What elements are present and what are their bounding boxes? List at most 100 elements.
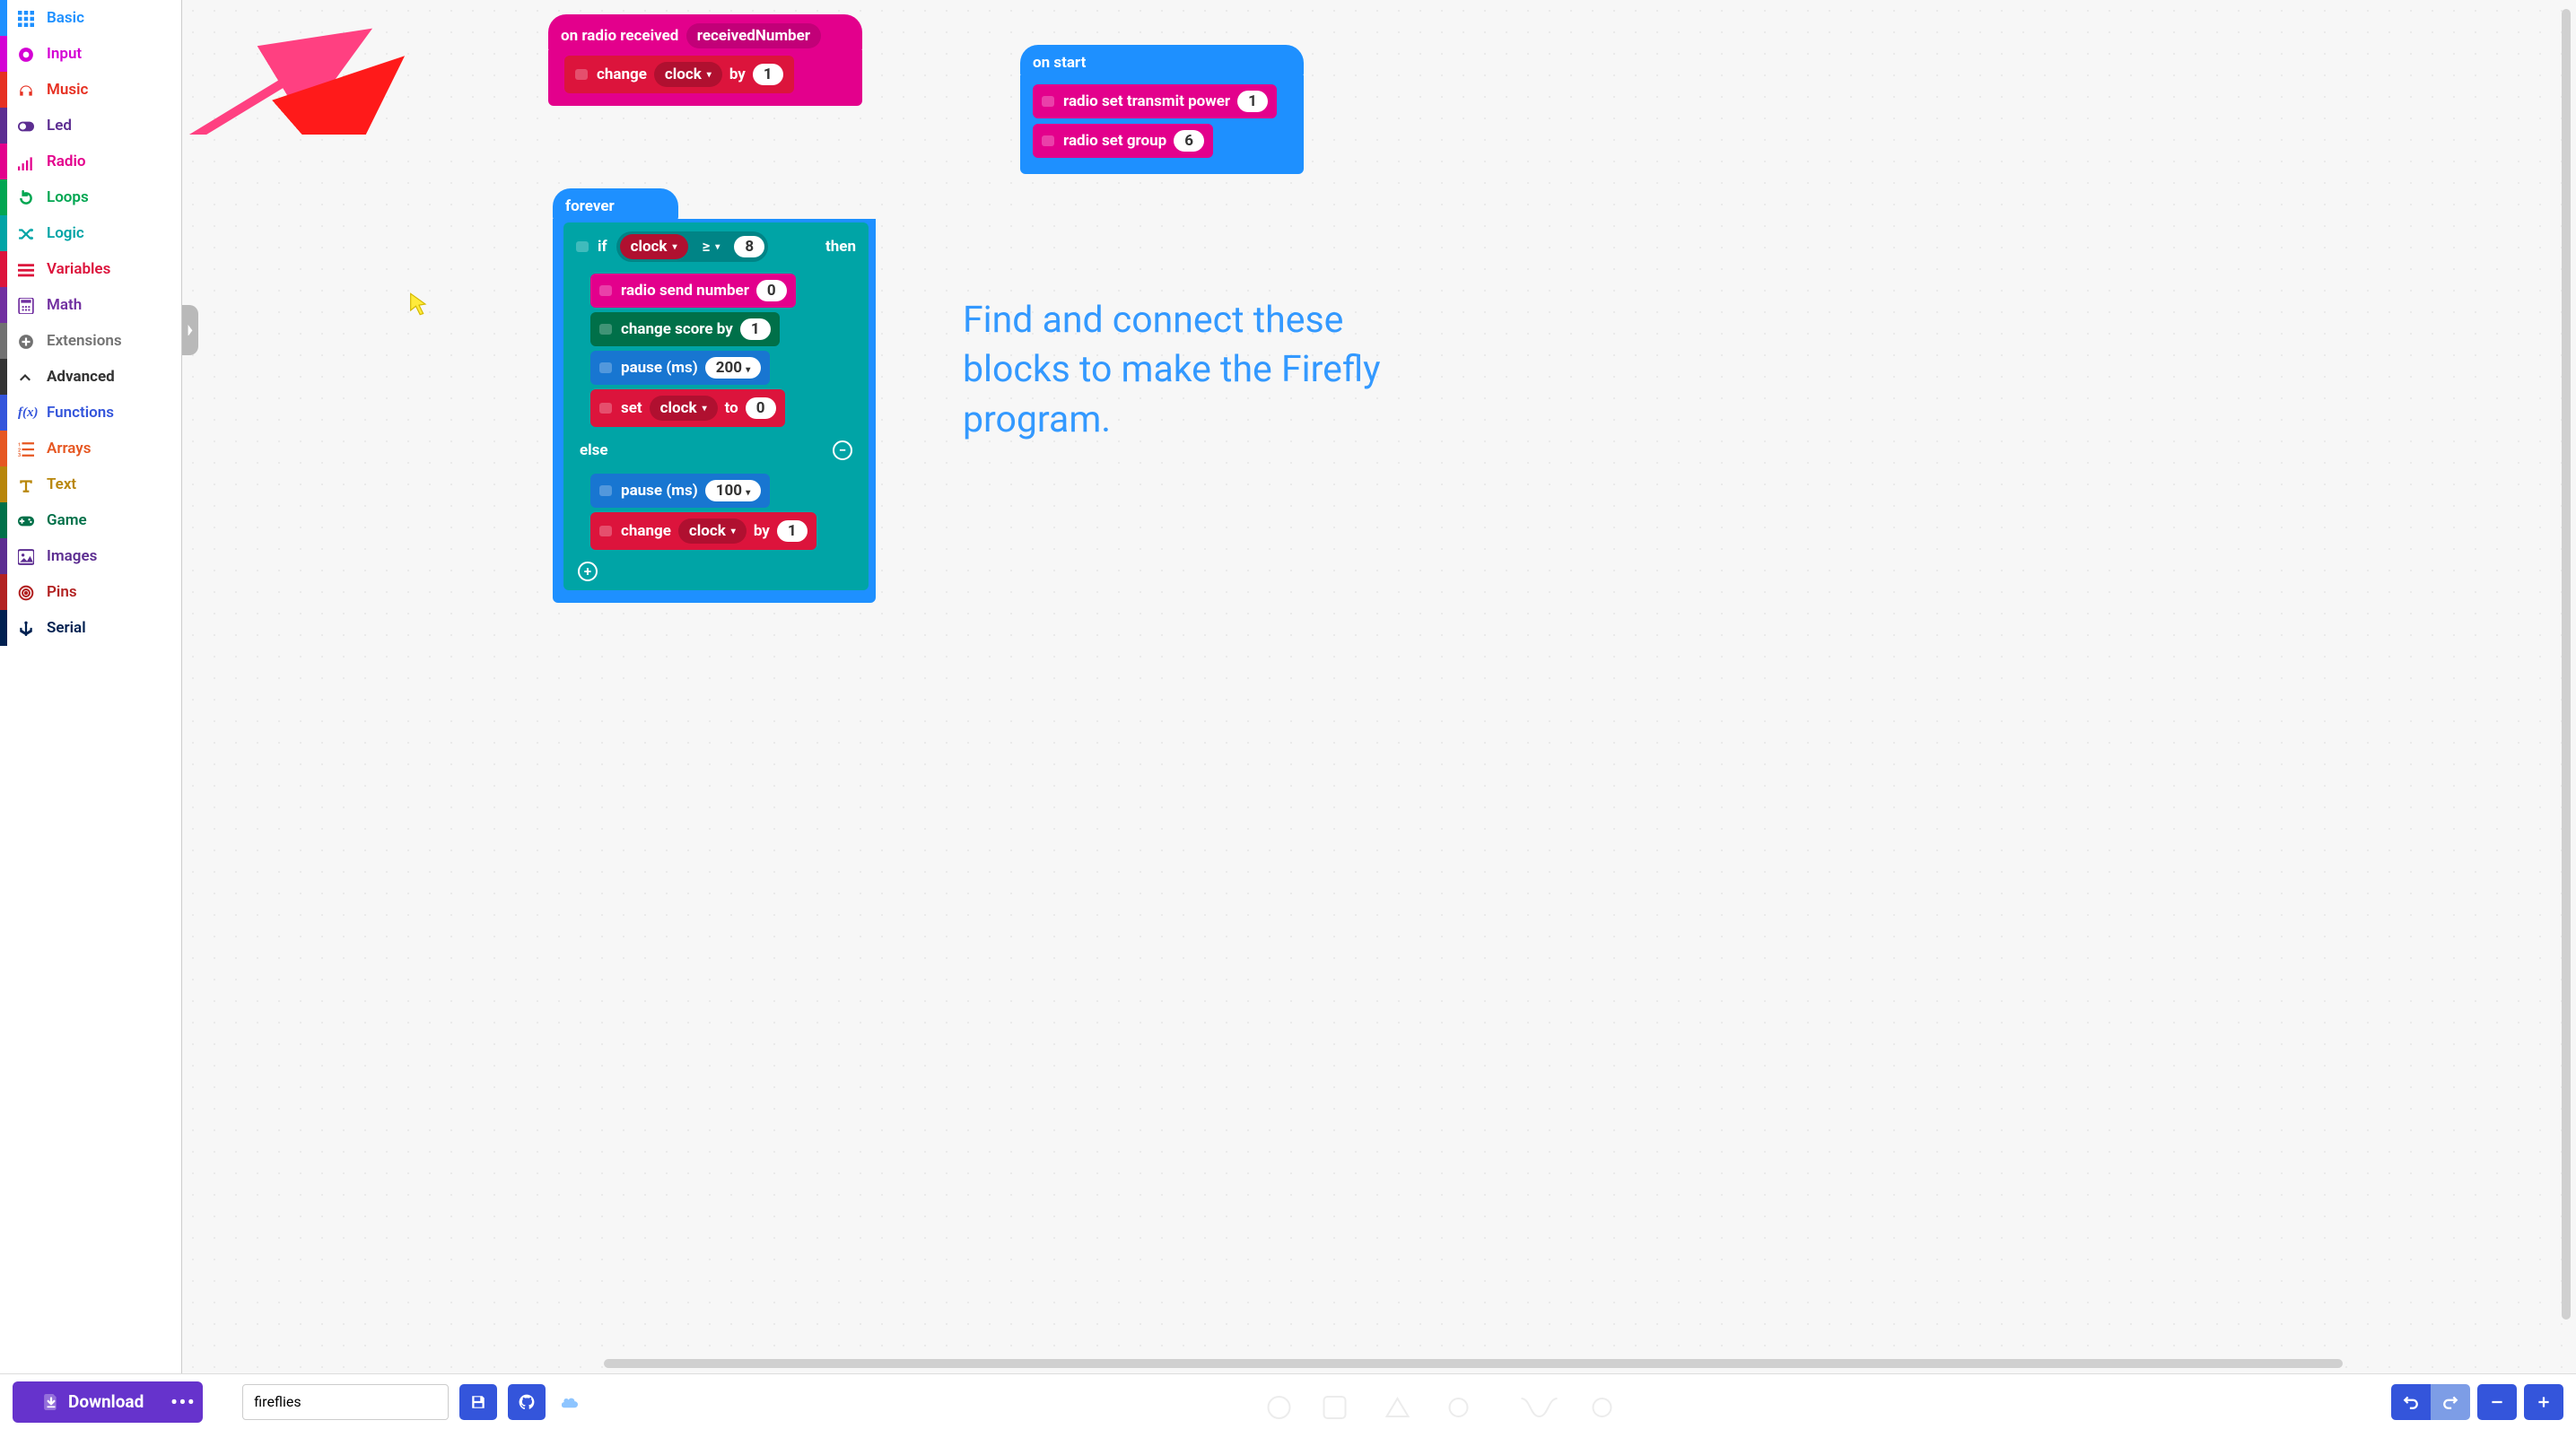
toolbox-serial[interactable]: Serial — [0, 610, 181, 646]
toolbox-label: Loops — [47, 188, 89, 206]
shuffle-icon — [16, 224, 36, 242]
toolbox-text[interactable]: Text — [0, 466, 181, 502]
decorative-shapes — [736, 1390, 2307, 1425]
toolbox-basic[interactable]: Basic — [0, 0, 181, 36]
headphones-icon — [16, 81, 36, 99]
block-pause-ms[interactable]: pause (ms) 200 ▾ — [590, 351, 770, 385]
toggle-icon — [16, 117, 36, 135]
toolbox-panel: Basic Input Music Led Radio Loops Logic — [0, 0, 182, 1373]
add-elseif-button[interactable]: + — [578, 562, 598, 581]
toolbox-logic[interactable]: Logic — [0, 215, 181, 251]
save-button[interactable] — [459, 1384, 497, 1420]
toolbox-radio[interactable]: Radio — [0, 144, 181, 179]
zoom-in-button[interactable] — [2524, 1384, 2563, 1420]
usb-icon — [16, 619, 36, 637]
toolbox-extensions[interactable]: Extensions — [0, 323, 181, 359]
block-change-clock[interactable]: change clock by 1 — [564, 56, 794, 93]
cursor-pointer-icon — [406, 292, 432, 317]
toolbox-label: Functions — [47, 404, 114, 422]
toolbox-led[interactable]: Led — [0, 108, 181, 144]
download-more-button[interactable]: ••• — [163, 1381, 203, 1423]
toolbox-label: Input — [47, 45, 82, 63]
toolbox-advanced[interactable]: Advanced — [0, 359, 181, 395]
block-forever[interactable]: forever if clock ≥ 8 then — [553, 188, 876, 603]
calculator-icon — [16, 296, 36, 314]
value-input[interactable]: 0 — [756, 280, 787, 301]
toolbox-label: Arrays — [47, 440, 91, 457]
toolbox-pins[interactable]: Pins — [0, 574, 181, 610]
block-radio-send-number[interactable]: radio send number 0 — [590, 274, 796, 308]
block-set-clock-to[interactable]: set clock to 0 — [590, 389, 785, 427]
value-input[interactable]: 8 — [734, 236, 764, 257]
redo-button[interactable] — [2431, 1384, 2470, 1420]
toolbox-label: Images — [47, 547, 97, 565]
simulator-expand-tab[interactable] — [182, 305, 198, 355]
toolbox-label: Music — [47, 81, 88, 99]
toolbox-functions[interactable]: f(x) Functions — [0, 395, 181, 431]
value-dropdown[interactable]: 100 ▾ — [705, 480, 762, 501]
workspace-vscrollbar[interactable] — [2562, 9, 2571, 1320]
toolbox-label: Logic — [47, 224, 84, 242]
instructions-text: Find and connect these blocks to make th… — [963, 296, 1429, 445]
operator-dropdown[interactable]: ≥ — [694, 235, 729, 258]
toolbox-game[interactable]: Game — [0, 502, 181, 538]
toolbox-math[interactable]: Math — [0, 287, 181, 323]
download-icon — [43, 1394, 59, 1410]
value-input[interactable]: 1 — [1237, 91, 1268, 112]
svg-text:3: 3 — [18, 452, 21, 457]
var-dropdown-clock[interactable]: clock — [620, 234, 688, 259]
value-input[interactable]: 1 — [753, 64, 783, 85]
github-button[interactable] — [508, 1384, 546, 1420]
block-if-else[interactable]: if clock ≥ 8 then radio send number 0 — [563, 222, 869, 590]
toolbox-images[interactable]: Images — [0, 538, 181, 574]
minus-icon — [2489, 1394, 2505, 1410]
annotation-arrows — [182, 0, 451, 135]
undo-icon — [2403, 1394, 2419, 1410]
value-input[interactable]: 1 — [740, 318, 771, 340]
plus-icon — [2536, 1394, 2552, 1410]
function-icon: f(x) — [16, 404, 36, 422]
var-dropdown-clock[interactable]: clock — [678, 518, 747, 544]
toolbox-input[interactable]: Input — [0, 36, 181, 72]
block-change-clock-by[interactable]: change clock by 1 — [590, 512, 816, 550]
toolbox-loops[interactable]: Loops — [0, 179, 181, 215]
value-dropdown[interactable]: 200 ▾ — [705, 357, 762, 379]
toolbox-label: Game — [47, 511, 87, 529]
toolbox-music[interactable]: Music — [0, 72, 181, 108]
block-param-receivedNumber[interactable]: receivedNumber — [686, 23, 821, 48]
block-title: on radio received — [561, 27, 678, 45]
var-dropdown-clock[interactable]: clock — [650, 396, 718, 421]
value-input[interactable]: 0 — [746, 397, 776, 419]
remove-else-button[interactable]: − — [833, 440, 852, 460]
bottom-bar: Download ••• — [0, 1373, 2576, 1429]
toolbox-label: Extensions — [47, 332, 122, 350]
block-radio-set-transmit-power[interactable]: radio set transmit power 1 — [1033, 84, 1277, 118]
block-change-score-by[interactable]: change score by 1 — [590, 312, 780, 346]
toolbox-variables[interactable]: Variables — [0, 251, 181, 287]
block-on-radio-received[interactable]: on radio received receivedNumber change … — [548, 14, 862, 106]
grid-icon — [16, 9, 36, 27]
toolbox-arrays[interactable]: 123 Arrays — [0, 431, 181, 466]
download-button[interactable]: Download — [13, 1381, 174, 1423]
block-radio-set-group[interactable]: radio set group 6 — [1033, 124, 1213, 158]
project-name-input[interactable] — [242, 1384, 449, 1420]
zoom-out-button[interactable] — [2477, 1384, 2517, 1420]
redo-icon — [16, 188, 36, 206]
workspace-hscrollbar[interactable] — [604, 1359, 2343, 1368]
chevron-up-icon — [16, 368, 36, 386]
undo-button[interactable] — [2391, 1384, 2431, 1420]
block-on-start[interactable]: on start radio set transmit power 1 radi… — [1020, 45, 1304, 174]
cloud-status-icon — [556, 1384, 583, 1420]
toolbox-label: Pins — [47, 583, 77, 601]
blocks-workspace[interactable]: on radio received receivedNumber change … — [182, 0, 2576, 1373]
block-pause-ms[interactable]: pause (ms) 100 ▾ — [590, 474, 770, 508]
var-dropdown-clock[interactable]: clock — [654, 62, 722, 87]
value-input[interactable]: 6 — [1174, 130, 1204, 152]
toolbox-label: Variables — [47, 260, 110, 278]
toolbox-label: Basic — [47, 9, 84, 27]
save-icon — [470, 1394, 486, 1410]
plus-circle-icon — [16, 332, 36, 350]
list-icon — [16, 260, 36, 278]
value-input[interactable]: 1 — [777, 520, 808, 542]
text-icon — [16, 475, 36, 493]
